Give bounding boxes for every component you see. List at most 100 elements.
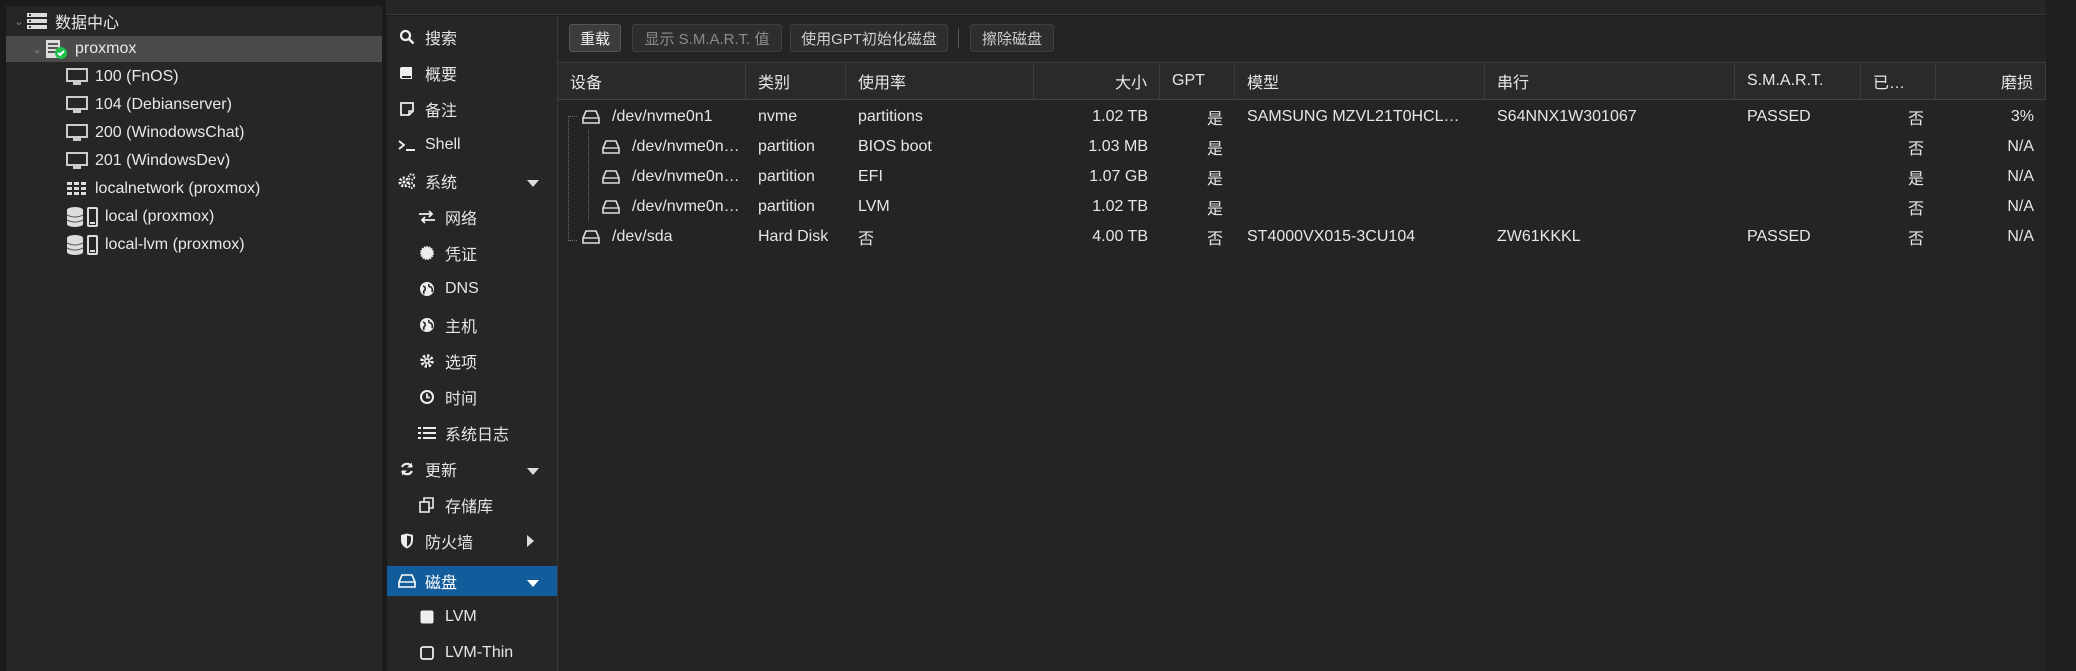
- square-icon: [417, 609, 437, 625]
- table-row[interactable]: /dev/nvme0n… partition EFI 1.07 GB 是 是 N…: [558, 162, 2046, 192]
- cell-gpt: 是: [1206, 141, 1223, 158]
- tree-item[interactable]: localnetwork (proxmox): [6, 176, 382, 202]
- cell-size: 1.02 TB: [1092, 108, 1148, 125]
- list-icon: [417, 426, 437, 440]
- cell-serial: [1485, 162, 1735, 192]
- table-row[interactable]: /dev/sda Hard Disk 否 4.00 TB 否 ST4000VX0…: [558, 222, 2046, 252]
- cell-wear: 3%: [2010, 108, 2034, 125]
- cell-type: nvme: [758, 108, 798, 125]
- tree-datacenter[interactable]: ⌄ 数据中心: [6, 8, 382, 34]
- vm-icon: [66, 68, 88, 86]
- col-gpt[interactable]: GPT: [1160, 63, 1235, 99]
- vm-icon: [66, 124, 88, 142]
- menu-syslog[interactable]: 系统日志: [387, 418, 557, 448]
- cell-type: partition: [758, 168, 815, 185]
- cell-gpt: 否: [1206, 231, 1223, 248]
- copy-icon: [417, 497, 437, 513]
- menu-search[interactable]: 搜索: [387, 22, 557, 52]
- cell-usage: 否: [858, 231, 875, 248]
- tree-item[interactable]: 104 (Debianserver): [6, 92, 382, 118]
- menu-disks[interactable]: 磁盘: [387, 566, 557, 596]
- cell-device: /dev/sda: [558, 222, 746, 252]
- col-model[interactable]: 模型: [1235, 63, 1485, 99]
- menu-dns[interactable]: DNS: [387, 274, 557, 304]
- certificate-icon: [417, 245, 437, 261]
- shield-icon: [397, 533, 417, 549]
- col-usage[interactable]: 使用率: [846, 63, 1034, 99]
- caret-right-icon[interactable]: [527, 534, 535, 552]
- menu-firewall[interactable]: 防火墙: [387, 526, 557, 556]
- clock-icon: [417, 389, 437, 405]
- col-wear[interactable]: 磨损: [1936, 63, 2046, 99]
- search-icon: [397, 29, 417, 45]
- node-menu: 搜索 概要 备注 Shell 系统 网络 凭证 DNS 主机 选项 时间 系统日…: [387, 16, 558, 671]
- device-name: /dev/nvme0n…: [632, 138, 740, 155]
- col-smart[interactable]: S.M.A.R.T.: [1735, 63, 1861, 99]
- menu-time[interactable]: 时间: [387, 382, 557, 412]
- menu-lvm-thin[interactable]: LVM-Thin: [387, 638, 557, 668]
- collapse-chevron-icon[interactable]: ⌄: [12, 15, 26, 28]
- menu-certificates[interactable]: 凭证: [387, 238, 557, 268]
- table-row[interactable]: /dev/nvme0n1 nvme partitions 1.02 TB 是 S…: [558, 102, 2046, 132]
- cell-device: /dev/nvme0n1: [558, 102, 746, 132]
- collapse-chevron-icon[interactable]: ⌄: [30, 43, 44, 56]
- menu-label: 时间: [445, 391, 478, 408]
- server-rack-icon: [26, 12, 48, 30]
- menu-label: DNS: [445, 280, 479, 297]
- gear-icon: [417, 353, 437, 369]
- menu-repositories[interactable]: 存储库: [387, 490, 557, 520]
- col-serial[interactable]: 串行: [1485, 63, 1735, 99]
- table-row[interactable]: /dev/nvme0n… partition LVM 1.02 TB 是 否 N…: [558, 192, 2046, 222]
- table-row[interactable]: /dev/nvme0n… partition BIOS boot 1.03 MB…: [558, 132, 2046, 162]
- col-type[interactable]: 类别: [746, 63, 846, 99]
- cell-mounted: 否: [1907, 231, 1924, 248]
- cell-serial: [1485, 132, 1735, 162]
- menu-network[interactable]: 网络: [387, 202, 557, 232]
- reload-button[interactable]: 重载: [569, 24, 621, 52]
- device-name: /dev/sda: [612, 228, 673, 245]
- cell-serial: [1485, 192, 1735, 222]
- menu-shell[interactable]: Shell: [387, 130, 557, 160]
- menu-lvm[interactable]: LVM: [387, 602, 557, 632]
- col-device[interactable]: 设备: [558, 63, 746, 99]
- toolbar-separator: [958, 28, 959, 48]
- caret-down-icon[interactable]: [527, 575, 539, 593]
- tree-item[interactable]: local (proxmox): [6, 204, 382, 230]
- cell-model: [1235, 162, 1485, 192]
- hdd-icon: [602, 140, 620, 154]
- col-mounted[interactable]: 已…: [1861, 63, 1936, 99]
- caret-down-icon[interactable]: [527, 175, 539, 193]
- menu-label: 更新: [425, 463, 458, 480]
- col-size[interactable]: 大小: [1034, 63, 1160, 99]
- tree-item[interactable]: 200 (WinodowsChat): [6, 120, 382, 146]
- menu-summary[interactable]: 概要: [387, 58, 557, 88]
- menu-hosts[interactable]: 主机: [387, 310, 557, 340]
- cell-wear: N/A: [2007, 198, 2034, 215]
- tree-item-label: 200 (WinodowsChat): [95, 124, 245, 141]
- tree-item[interactable]: local-lvm (proxmox): [6, 232, 382, 258]
- sdn-icon: [66, 180, 88, 198]
- cell-wear: N/A: [2007, 168, 2034, 185]
- cell-model: [1235, 132, 1485, 162]
- cell-size: 1.02 TB: [1092, 198, 1148, 215]
- tree-item-label: 100 (FnOS): [95, 68, 179, 85]
- device-name: /dev/nvme0n…: [632, 168, 740, 185]
- show-smart-button[interactable]: 显示 S.M.A.R.T. 值: [632, 24, 782, 52]
- menu-system[interactable]: 系统: [387, 166, 557, 196]
- top-strip: [386, 0, 2076, 15]
- menu-label: 磁盘: [425, 575, 458, 592]
- menu-notes[interactable]: 备注: [387, 94, 557, 124]
- tree-item[interactable]: 201 (WindowsDev): [6, 148, 382, 174]
- tree-node-proxmox[interactable]: ⌄ proxmox: [6, 36, 382, 62]
- tree-item-label: 201 (WindowsDev): [95, 152, 231, 169]
- vm-icon: [66, 96, 88, 114]
- cell-size: 4.00 TB: [1092, 228, 1148, 245]
- menu-options[interactable]: 选项: [387, 346, 557, 376]
- init-gpt-button[interactable]: 使用GPT初始化磁盘: [790, 24, 948, 52]
- node-online-icon: [44, 38, 68, 60]
- caret-down-icon[interactable]: [527, 463, 539, 481]
- tree-item[interactable]: 100 (FnOS): [6, 64, 382, 90]
- wipe-disk-button[interactable]: 擦除磁盘: [970, 24, 1054, 52]
- cell-wear: N/A: [2007, 138, 2034, 155]
- menu-updates[interactable]: 更新: [387, 454, 557, 484]
